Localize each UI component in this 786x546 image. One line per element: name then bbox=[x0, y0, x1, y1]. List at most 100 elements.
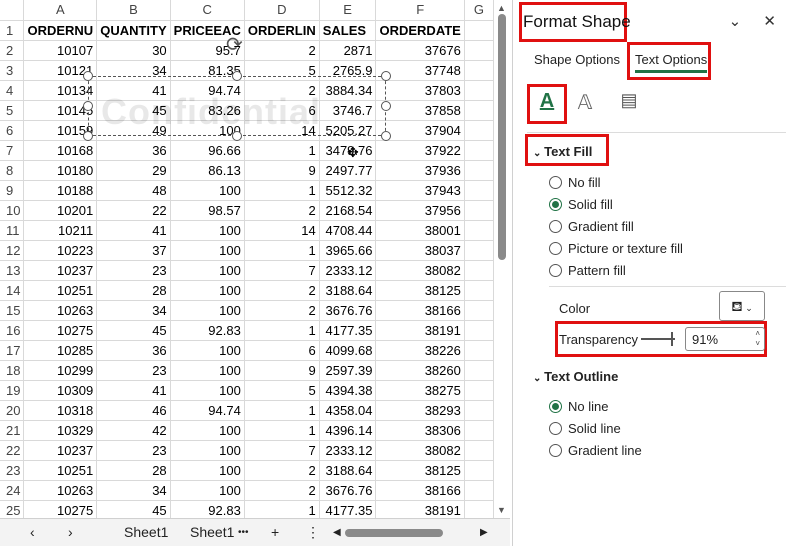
row-header[interactable]: 25 bbox=[0, 500, 25, 518]
cell[interactable]: 37936 bbox=[375, 160, 465, 181]
watermark-textbox[interactable]: Confidential bbox=[88, 76, 386, 136]
column-header-F[interactable]: F bbox=[375, 0, 465, 21]
row-header[interactable]: 19 bbox=[0, 380, 25, 401]
tab-options-icon[interactable]: ⋮ bbox=[306, 524, 320, 541]
cell[interactable] bbox=[464, 140, 494, 161]
cell[interactable]: 100 bbox=[170, 240, 245, 261]
select-all-corner[interactable] bbox=[0, 0, 25, 21]
cell[interactable]: 100 bbox=[170, 280, 245, 301]
sheet-tab-2[interactable]: Sheet1 bbox=[190, 524, 234, 540]
hscroll-left-icon[interactable]: ◀ bbox=[333, 527, 341, 538]
cell[interactable]: 2168.54 bbox=[319, 200, 377, 221]
row-header[interactable]: 6 bbox=[0, 120, 25, 141]
column-header-C[interactable]: C bbox=[170, 0, 245, 21]
cell[interactable]: 100 bbox=[170, 300, 245, 321]
cell[interactable]: SALES bbox=[319, 20, 377, 41]
cell[interactable] bbox=[464, 400, 494, 421]
cell[interactable]: 36 bbox=[96, 340, 171, 361]
cell[interactable]: 100 bbox=[170, 260, 245, 281]
cell[interactable]: 4177.35 bbox=[319, 320, 377, 341]
transparency-slider-thumb[interactable] bbox=[671, 332, 673, 346]
column-header-E[interactable]: E bbox=[319, 0, 377, 21]
row-header[interactable]: 15 bbox=[0, 300, 25, 321]
cell[interactable]: 38166 bbox=[375, 480, 465, 501]
cell[interactable]: 100 bbox=[170, 480, 245, 501]
cell[interactable]: QUANTITY bbox=[96, 20, 171, 41]
row-header[interactable]: 10 bbox=[0, 200, 25, 221]
cell[interactable]: 2 bbox=[244, 300, 320, 321]
cell[interactable]: 100 bbox=[170, 360, 245, 381]
cell[interactable]: 7 bbox=[244, 260, 320, 281]
cell[interactable]: 28 bbox=[96, 280, 171, 301]
tab-next-icon[interactable]: › bbox=[68, 524, 73, 540]
cell[interactable]: 2 bbox=[244, 40, 320, 61]
sheet-tab-1[interactable]: Sheet1 bbox=[124, 524, 168, 540]
cell[interactable]: 10251 bbox=[23, 460, 98, 481]
cell[interactable]: 4358.04 bbox=[319, 400, 377, 421]
cell[interactable]: 2333.12 bbox=[319, 440, 377, 461]
text-effects-icon[interactable]: 𝔸 bbox=[570, 90, 600, 120]
cell[interactable]: 30 bbox=[96, 40, 171, 61]
tab-shape-options[interactable]: Shape Options bbox=[534, 52, 620, 67]
cell[interactable]: 100 bbox=[170, 460, 245, 481]
cell[interactable]: 38082 bbox=[375, 260, 465, 281]
row-header[interactable]: 16 bbox=[0, 320, 25, 341]
cell[interactable]: 10201 bbox=[23, 200, 98, 221]
cell[interactable]: 9 bbox=[244, 160, 320, 181]
cell[interactable]: 5512.32 bbox=[319, 180, 377, 201]
scroll-up-icon[interactable]: ▲ bbox=[497, 3, 506, 13]
cell[interactable]: 37922 bbox=[375, 140, 465, 161]
cell[interactable] bbox=[464, 80, 494, 101]
tab-text-options[interactable]: Text Options bbox=[635, 52, 708, 73]
radio-picture-fill[interactable]: Picture or texture fill bbox=[549, 241, 683, 256]
cell[interactable]: 37 bbox=[96, 240, 171, 261]
radio-no-line[interactable]: No line bbox=[549, 399, 608, 414]
row-header[interactable]: 18 bbox=[0, 360, 25, 381]
cell[interactable]: 38275 bbox=[375, 380, 465, 401]
cell[interactable]: 4177.35 bbox=[319, 500, 377, 518]
cell[interactable] bbox=[464, 160, 494, 181]
cell[interactable] bbox=[464, 220, 494, 241]
cell[interactable] bbox=[464, 180, 494, 201]
cell[interactable]: 38191 bbox=[375, 320, 465, 341]
cell[interactable]: 96.66 bbox=[170, 140, 245, 161]
horizontal-scroll-thumb[interactable] bbox=[345, 529, 443, 537]
cell[interactable] bbox=[464, 460, 494, 481]
cell[interactable]: 10107 bbox=[23, 40, 98, 61]
cell[interactable]: 34 bbox=[96, 480, 171, 501]
cell[interactable]: 34 bbox=[96, 300, 171, 321]
transparency-input[interactable]: 91% ˄ ˅ bbox=[685, 327, 765, 351]
row-header[interactable]: 4 bbox=[0, 80, 25, 101]
cell[interactable] bbox=[464, 380, 494, 401]
row-header[interactable]: 13 bbox=[0, 260, 25, 281]
more-sheets-icon[interactable]: ••• bbox=[238, 527, 249, 538]
cell[interactable]: 23 bbox=[96, 260, 171, 281]
cell[interactable]: 10237 bbox=[23, 440, 98, 461]
cell[interactable] bbox=[464, 40, 494, 61]
cell[interactable] bbox=[464, 500, 494, 518]
cell[interactable]: 1 bbox=[244, 180, 320, 201]
resize-handle-top-left[interactable] bbox=[83, 71, 93, 81]
radio-pattern-fill[interactable]: Pattern fill bbox=[549, 263, 626, 278]
cell[interactable]: 37943 bbox=[375, 180, 465, 201]
cell[interactable]: 98.57 bbox=[170, 200, 245, 221]
cell[interactable]: 2871 bbox=[319, 40, 377, 61]
row-header[interactable]: 2 bbox=[0, 40, 25, 61]
cell[interactable]: 1 bbox=[244, 320, 320, 341]
cell[interactable]: 10223 bbox=[23, 240, 98, 261]
cell[interactable]: 10275 bbox=[23, 500, 98, 518]
row-header[interactable]: 23 bbox=[0, 460, 25, 481]
spin-buttons[interactable]: ˄ ˅ bbox=[755, 329, 760, 349]
cell[interactable]: 1 bbox=[244, 500, 320, 518]
cell[interactable]: 10263 bbox=[23, 480, 98, 501]
pane-collapse-icon[interactable]: ⌄ bbox=[729, 13, 742, 30]
cell[interactable]: 14 bbox=[244, 220, 320, 241]
cell[interactable]: 2597.39 bbox=[319, 360, 377, 381]
cell[interactable]: 48 bbox=[96, 180, 171, 201]
hscroll-right-icon[interactable]: ▶ bbox=[480, 527, 488, 538]
cell[interactable]: 100 bbox=[170, 420, 245, 441]
cell[interactable]: 3965.66 bbox=[319, 240, 377, 261]
resize-handle-bottom-right[interactable] bbox=[381, 131, 391, 141]
radio-solid-line[interactable]: Solid line bbox=[549, 421, 621, 436]
cell[interactable]: 86.13 bbox=[170, 160, 245, 181]
